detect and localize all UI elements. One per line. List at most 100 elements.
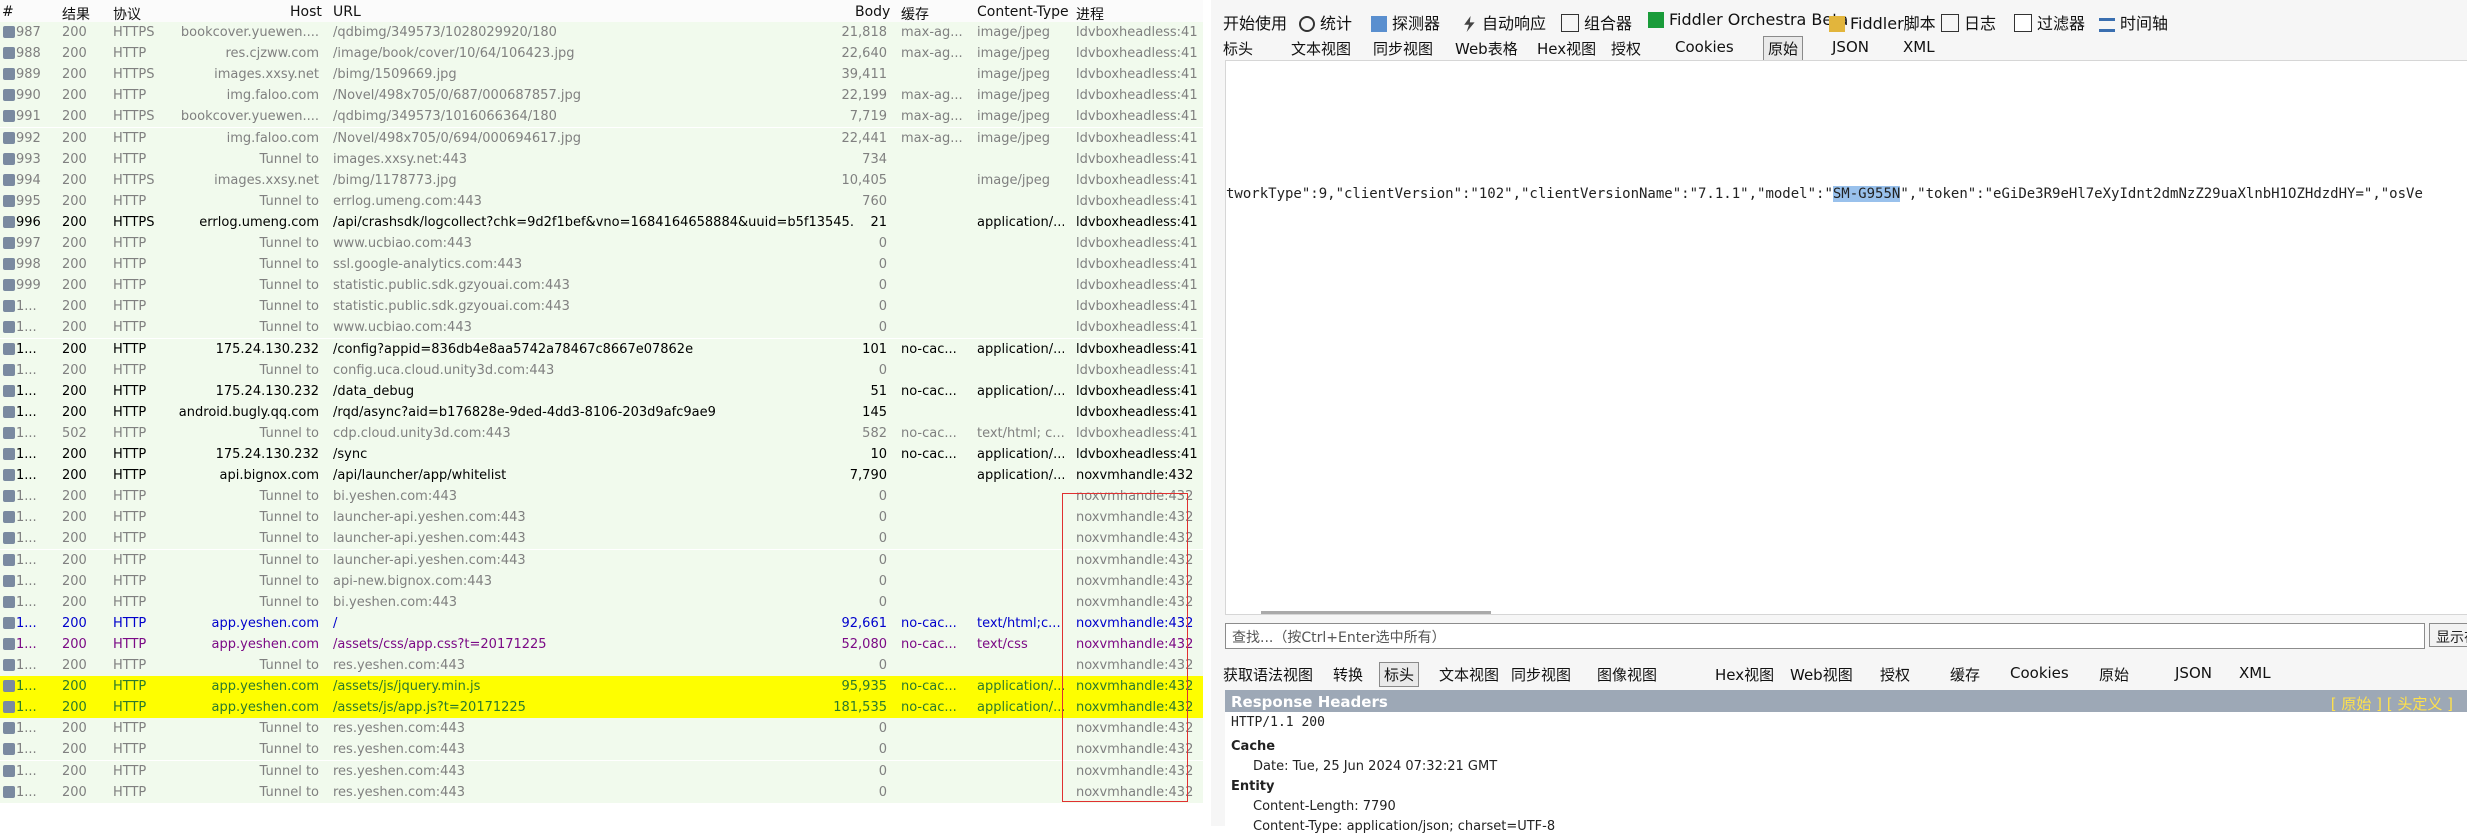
- tab-resp_tabs-10[interactable]: Cookies: [2006, 664, 2073, 682]
- tab-req_tabs-5[interactable]: 授权: [1607, 38, 1645, 59]
- cache-group-label[interactable]: Cache: [1231, 739, 1275, 754]
- session-row[interactable]: 993 200 HTTP Tunnel to images.xxsy.net:443 73…: [0, 148, 1203, 170]
- response-headers-links[interactable]: [ 原始 ] [ 头定义 ]: [2331, 693, 2453, 714]
- col-header-ctype[interactable]: Content-Type: [977, 4, 1069, 20]
- session-row[interactable]: 989 200 HTTPS images.xxsy.net/bimg/1509669.…: [0, 64, 1203, 86]
- pane-splitter[interactable]: [1203, 0, 1211, 826]
- session-row[interactable]: 991 200 HTTPS bookcover.yuewen.... /qdbimg/3…: [0, 106, 1203, 128]
- cell-host: Tunnel to: [259, 236, 319, 251]
- composer-button[interactable]: 组合器: [1561, 10, 1632, 34]
- cell-protocol: HTTP: [113, 552, 147, 568]
- session-row[interactable]: 1... 200 HTTP Tunnel to res.yeshen.com:443 0 n…: [0, 718, 1203, 740]
- tab-resp_tabs-1[interactable]: 转换: [1329, 664, 1367, 685]
- session-row[interactable]: 1... 200 HTTP Tunnel to res.yeshen.com:443 0 n…: [0, 655, 1203, 676]
- session-row[interactable]: 1... 200 HTTP Tunnel to launcher-api.yeshen.…: [0, 549, 1203, 571]
- tab-resp_tabs-2[interactable]: 标头: [1379, 662, 1420, 687]
- checkbox-icon[interactable]: [2014, 14, 2032, 32]
- start-button[interactable]: 开始使用: [1223, 10, 1287, 34]
- cell-host: images.xxsy.net: [214, 67, 319, 83]
- session-row[interactable]: 1... 200 HTTP Tunnel to bi.yeshen.com:443 0 no…: [0, 591, 1203, 613]
- filters-button[interactable]: 过滤器: [2014, 10, 2085, 34]
- session-row[interactable]: 1... 200 HTTP api.bignox.com/api/launcher/a…: [0, 465, 1203, 487]
- session-row[interactable]: 990 200 HTTP img.faloo.com/Novel/498x705/0/…: [0, 85, 1203, 107]
- tab-resp_tabs-0[interactable]: 获取语法视图: [1219, 664, 1317, 685]
- session-row[interactable]: 992 200 HTTP img.faloo.com/Novel/498x705/0/…: [0, 127, 1203, 149]
- tab-req_tabs-6[interactable]: Cookies: [1671, 38, 1738, 56]
- cell-result: 200: [62, 658, 87, 673]
- tab-resp_tabs-4[interactable]: 同步视图: [1507, 664, 1575, 685]
- session-row[interactable]: 1... 200 HTTP 175.24.130.232/config?appid=8…: [0, 338, 1203, 360]
- col-header-num[interactable]: #: [2, 4, 14, 20]
- session-row[interactable]: 1... 200 HTTP Tunnel to launcher-api.yeshen.…: [0, 507, 1203, 529]
- session-row[interactable]: 997 200 HTTP Tunnel to www.ucbiao.com:443 0 ld…: [0, 233, 1203, 254]
- col-header-url[interactable]: URL: [333, 4, 361, 20]
- cell-url: /data_debug: [333, 383, 415, 399]
- session-row[interactable]: 1... 200 HTTP app.yeshen.com/assets/js/jque…: [0, 676, 1203, 698]
- session-row[interactable]: 1... 200 HTTP Tunnel to api-new.bignox.com:4…: [0, 570, 1203, 592]
- tab-req_tabs-7[interactable]: 原始: [1763, 36, 1804, 61]
- tab-resp_tabs-9[interactable]: 缓存: [1946, 664, 1984, 685]
- orchestra-button[interactable]: Fiddler Orchestra Beta: [1648, 10, 1848, 29]
- cell-protocol: HTTP: [113, 615, 147, 631]
- session-row[interactable]: 999 200 HTTP Tunnel to statistic.public.sdk.…: [0, 275, 1203, 297]
- col-header-body[interactable]: Body: [855, 4, 890, 20]
- tab-req_tabs-4[interactable]: Hex视图: [1533, 38, 1600, 59]
- tab-resp_tabs-3[interactable]: 文本视图: [1435, 664, 1503, 685]
- session-row[interactable]: 987 200 HTTPS bookcover.yuewen.... /qdbimg/3…: [0, 22, 1203, 43]
- timeline-button[interactable]: 时间轴: [2099, 10, 2168, 34]
- session-row[interactable]: 998 200 HTTP Tunnel to ssl.google-analytics.…: [0, 254, 1203, 276]
- tab-req_tabs-0[interactable]: 标头: [1219, 38, 1257, 59]
- session-row[interactable]: 988 200 HTTP res.cjzww.com/image/book/cover…: [0, 43, 1203, 65]
- tab-resp_tabs-12[interactable]: JSON: [2171, 664, 2216, 682]
- session-row[interactable]: 1... 200 HTTP Tunnel to res.yeshen.com:443 0 n…: [0, 781, 1203, 803]
- session-row[interactable]: 1... 200 HTTP 175.24.130.232/sync 10 no-cac..…: [0, 444, 1203, 465]
- session-row[interactable]: 995 200 HTTP Tunnel to errlog.umeng.com:443 7…: [0, 190, 1203, 212]
- tab-resp_tabs-7[interactable]: Web视图: [1786, 664, 1857, 685]
- tab-req_tabs-1[interactable]: 文本视图: [1287, 38, 1355, 59]
- session-row[interactable]: 1... 200 HTTP Tunnel to config.uca.cloud.uni…: [0, 359, 1203, 381]
- tab-req_tabs-9[interactable]: XML: [1899, 38, 1939, 56]
- tab-resp_tabs-13[interactable]: XML: [2235, 664, 2275, 682]
- session-row[interactable]: 1... 200 HTTP app.yeshen.com/assets/js/app.…: [0, 697, 1203, 719]
- autoresponder-button[interactable]: 自动响应: [1461, 10, 1546, 34]
- col-header-result[interactable]: 结果: [62, 4, 90, 24]
- tab-req_tabs-2[interactable]: 同步视图: [1369, 38, 1437, 59]
- script-button[interactable]: Fiddler脚本: [1829, 10, 1936, 34]
- tab-resp_tabs-8[interactable]: 授权: [1876, 664, 1914, 685]
- tab-resp_tabs-6[interactable]: Hex视图: [1711, 664, 1778, 685]
- tab-req_tabs-8[interactable]: JSON: [1828, 38, 1873, 56]
- show-in-button[interactable]: 显示在: [2429, 623, 2467, 647]
- session-row[interactable]: 1... 502 HTTP Tunnel to cdp.cloud.unity3d.co…: [0, 422, 1203, 444]
- cell-host: 175.24.130.232: [215, 447, 319, 462]
- request-body-view[interactable]: tworkType":9,"clientVersion":"102","clie…: [1225, 60, 2467, 615]
- session-row[interactable]: 1... 200 HTTP Tunnel to res.yeshen.com:443 0 n…: [0, 739, 1203, 761]
- session-row[interactable]: 996 200 HTTPS errlog.umeng.com/api/crashsdk…: [0, 211, 1203, 233]
- session-row[interactable]: 1... 200 HTTP 175.24.130.232/data_debug 51 no…: [0, 380, 1203, 402]
- session-row[interactable]: 1... 200 HTTP android.bugly.qq.com/rqd/asyn…: [0, 401, 1203, 423]
- find-input[interactable]: 查找...（按Ctrl+Enter选中所有）: [1225, 623, 2425, 649]
- col-header-host[interactable]: Host: [290, 4, 322, 20]
- session-row[interactable]: 1... 200 HTTP Tunnel to www.ucbiao.com:443 0 l…: [0, 317, 1203, 339]
- col-header-process[interactable]: 进程: [1076, 4, 1104, 24]
- col-header-cache[interactable]: 缓存: [901, 4, 929, 24]
- session-row[interactable]: 994 200 HTTPS images.xxsy.net/bimg/1178773.…: [0, 169, 1203, 191]
- session-row[interactable]: 1... 200 HTTP Tunnel to res.yeshen.com:443 0 n…: [0, 760, 1203, 782]
- tab-resp_tabs-5[interactable]: 图像视图: [1593, 664, 1661, 685]
- horizontal-scrollbar[interactable]: [1261, 611, 1491, 614]
- cell-process: ldvboxheadless:41: [1076, 447, 1198, 462]
- session-row[interactable]: 1... 200 HTTP app.yeshen.com/assets/css/app…: [0, 633, 1203, 655]
- inspector-button[interactable]: 探测器: [1371, 10, 1440, 34]
- tab-resp_tabs-11[interactable]: 原始: [2095, 664, 2133, 685]
- session-row[interactable]: 1... 200 HTTP Tunnel to bi.yeshen.com:443 0 no…: [0, 486, 1203, 508]
- stats-button[interactable]: 统计: [1299, 10, 1352, 34]
- cell-cache: no-cac...: [901, 383, 957, 399]
- col-header-protocol[interactable]: 协议: [113, 4, 141, 24]
- cell-host: Tunnel to: [259, 510, 319, 526]
- session-row[interactable]: 1... 200 HTTP app.yeshen.com / 92,661 no-cac..…: [0, 612, 1203, 634]
- session-row[interactable]: 1... 200 HTTP Tunnel to statistic.public.sdk…: [0, 296, 1203, 318]
- log-button[interactable]: 日志: [1941, 10, 1996, 34]
- tab-req_tabs-3[interactable]: Web表格: [1451, 38, 1522, 59]
- entity-group-label[interactable]: Entity: [1231, 779, 1275, 794]
- session-row[interactable]: 1... 200 HTTP Tunnel to launcher-api.yeshen.…: [0, 528, 1203, 550]
- cell-result: 200: [62, 742, 87, 758]
